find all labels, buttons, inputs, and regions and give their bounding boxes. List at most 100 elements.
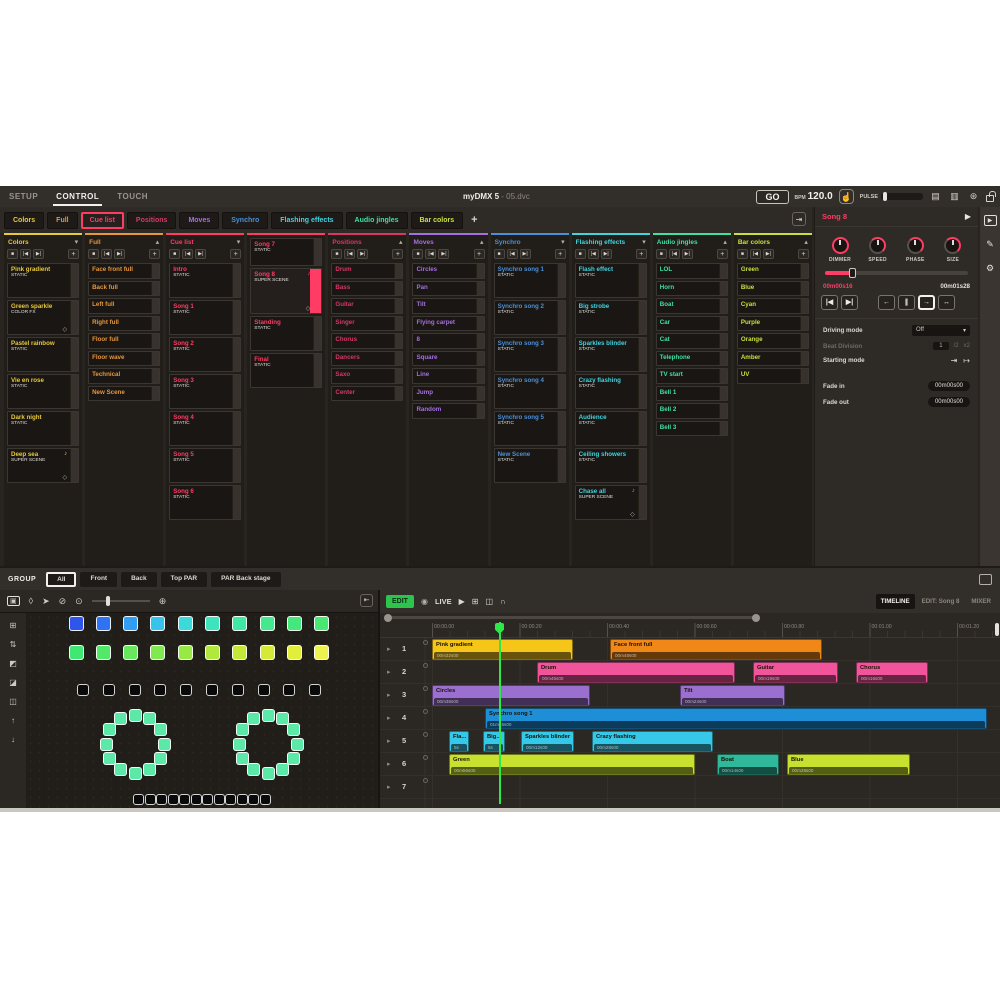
ring-fixture[interactable] — [100, 738, 113, 751]
stop-button[interactable]: ■ — [575, 249, 586, 259]
scene-cell[interactable]: Chorus — [331, 333, 403, 349]
cell-fader[interactable] — [557, 412, 565, 445]
scene-play-icon[interactable]: ▶ — [965, 212, 971, 221]
scene-cell[interactable]: Technical — [88, 368, 160, 384]
timeline-clip[interactable]: Circles00m36s00 — [432, 685, 590, 706]
zoom-slider[interactable] — [92, 600, 150, 602]
edit-mode-button[interactable]: EDIT — [386, 595, 414, 608]
speed-knob[interactable] — [869, 237, 886, 254]
par-fixture[interactable] — [123, 645, 138, 660]
timeline-clip[interactable]: Chorus00m16s00 — [856, 662, 928, 683]
unlock-icon[interactable] — [986, 195, 994, 202]
start-from-position-icon[interactable]: ↦ — [963, 356, 970, 365]
menu-item-control[interactable]: CONTROL — [47, 186, 108, 207]
fade-out-value[interactable]: 00m00s00 — [928, 397, 970, 407]
next-button[interactable]: ▶| — [357, 249, 368, 259]
half-split-icon-3[interactable]: ◫ — [9, 697, 17, 706]
add-scene-button[interactable]: + — [636, 249, 647, 259]
scene-cell[interactable]: New SceneSTATIC — [494, 448, 566, 483]
group-monitor-icon[interactable] — [979, 574, 992, 585]
strip-fixture[interactable] — [260, 794, 271, 805]
par-fixture[interactable] — [150, 616, 165, 631]
scene-cell[interactable]: Synchro song 2STATIC — [494, 300, 566, 335]
headphones-icon[interactable]: ∩ — [500, 597, 506, 606]
2d-collapse-icon[interactable]: ⇤ — [360, 594, 373, 607]
tab-synchro[interactable]: Synchro — [222, 212, 268, 229]
tab-moves[interactable]: Moves — [179, 212, 219, 229]
cell-fader[interactable] — [557, 449, 565, 482]
par-fixture[interactable] — [205, 645, 220, 660]
zoom-handle-left[interactable] — [384, 614, 392, 622]
scene-cell[interactable]: Green sparkleCOLOR FX◇ — [7, 300, 79, 335]
start-from-beginning-icon[interactable]: ⇥ — [951, 356, 958, 365]
next-scene-button[interactable]: ▶| — [841, 295, 858, 310]
cell-fader[interactable] — [232, 486, 240, 519]
cell-fader[interactable] — [638, 264, 646, 297]
cell-fader[interactable] — [557, 264, 565, 297]
prev-button[interactable]: |◀ — [507, 249, 518, 259]
cell-fader[interactable] — [313, 354, 321, 387]
scene-cell[interactable]: Song 6STATIC — [169, 485, 241, 520]
cell-fader[interactable] — [638, 338, 646, 371]
cell-fader[interactable] — [557, 375, 565, 408]
scene-cell[interactable]: Cat — [656, 333, 728, 349]
tap-tempo-icon[interactable]: ☝ — [839, 189, 854, 204]
pause-button[interactable]: ∥ — [898, 295, 915, 310]
add-scene-button[interactable]: + — [474, 249, 485, 259]
cell-fader[interactable] — [719, 299, 727, 313]
cell-fader[interactable] — [70, 449, 78, 482]
driving-mode-dropdown[interactable]: Off ▾ — [912, 325, 970, 336]
cell-fader[interactable] — [476, 352, 484, 366]
row-expand-icon[interactable]: ▸ — [387, 668, 391, 676]
stop-button[interactable]: ■ — [494, 249, 505, 259]
phase-knob[interactable] — [907, 237, 924, 254]
prev-scene-button[interactable]: |◀ — [821, 295, 838, 310]
size-knob[interactable] — [944, 237, 961, 254]
scene-cell[interactable]: Tilt — [412, 298, 484, 314]
next-button[interactable]: ▶| — [682, 249, 693, 259]
ring-fixture[interactable] — [291, 738, 304, 751]
timeline-clip[interactable]: Drum00m45s00 — [537, 662, 735, 683]
cell-fader[interactable] — [151, 334, 159, 348]
ring-fixture[interactable] — [287, 752, 300, 765]
timeline-clip[interactable]: Face front full00m48s00 — [610, 639, 822, 660]
strip-fixture[interactable] — [202, 794, 213, 805]
cell-fader[interactable] — [638, 375, 646, 408]
scene-cell[interactable]: Crazy flashingSTATIC — [575, 374, 647, 409]
pulse-slider-handle[interactable] — [883, 192, 887, 201]
timeline-clip[interactable]: Guitar00m19s00 — [753, 662, 838, 683]
tab-flashing-effects[interactable]: Flashing effects — [271, 212, 342, 229]
cell-fader[interactable] — [800, 334, 808, 348]
prev-button[interactable]: |◀ — [588, 249, 599, 259]
row-expand-icon[interactable]: ▸ — [387, 737, 391, 745]
moving-head-fixture[interactable] — [180, 684, 192, 696]
moving-head-fixture[interactable] — [77, 684, 89, 696]
strip-fixture[interactable] — [191, 794, 202, 805]
stop-button[interactable]: ■ — [7, 249, 18, 259]
pulse-slider[interactable] — [881, 193, 923, 200]
scene-cell[interactable]: Amber — [737, 351, 809, 367]
scene-cell[interactable]: Line — [412, 368, 484, 384]
half-split-icon-1[interactable]: ◩ — [9, 659, 17, 668]
half-split-icon-2[interactable]: ◪ — [9, 678, 17, 687]
scene-cell[interactable]: Deep seaSUPER SCENE♪◇ — [7, 448, 79, 483]
prev-button[interactable]: |◀ — [669, 249, 680, 259]
edit-pencil-icon[interactable]: ✎ — [986, 239, 994, 250]
scene-cell[interactable]: Song 7STATIC — [250, 238, 322, 266]
par-fixture[interactable] — [287, 616, 302, 631]
chevron-up-icon[interactable]: ▴ — [399, 238, 403, 246]
prev-button[interactable]: |◀ — [344, 249, 355, 259]
stop-button[interactable]: ■ — [331, 249, 342, 259]
dimmer-knob[interactable] — [832, 237, 849, 254]
timeline-clip[interactable]: Big...5s — [483, 731, 505, 752]
row-record-dot[interactable] — [423, 663, 428, 668]
ring-fixture[interactable] — [247, 712, 260, 725]
timeline-vscrollbar[interactable] — [995, 623, 999, 636]
scene-cell[interactable]: Back full — [88, 281, 160, 297]
gear-icon[interactable]: ⚙ — [986, 263, 994, 274]
cell-fader[interactable] — [310, 269, 321, 313]
tab-bar-colors[interactable]: Bar colors — [411, 212, 464, 229]
ring-fixture[interactable] — [236, 752, 249, 765]
moving-head-fixture[interactable] — [309, 684, 321, 696]
live-monitor-icon[interactable]: ▶ — [984, 215, 997, 226]
